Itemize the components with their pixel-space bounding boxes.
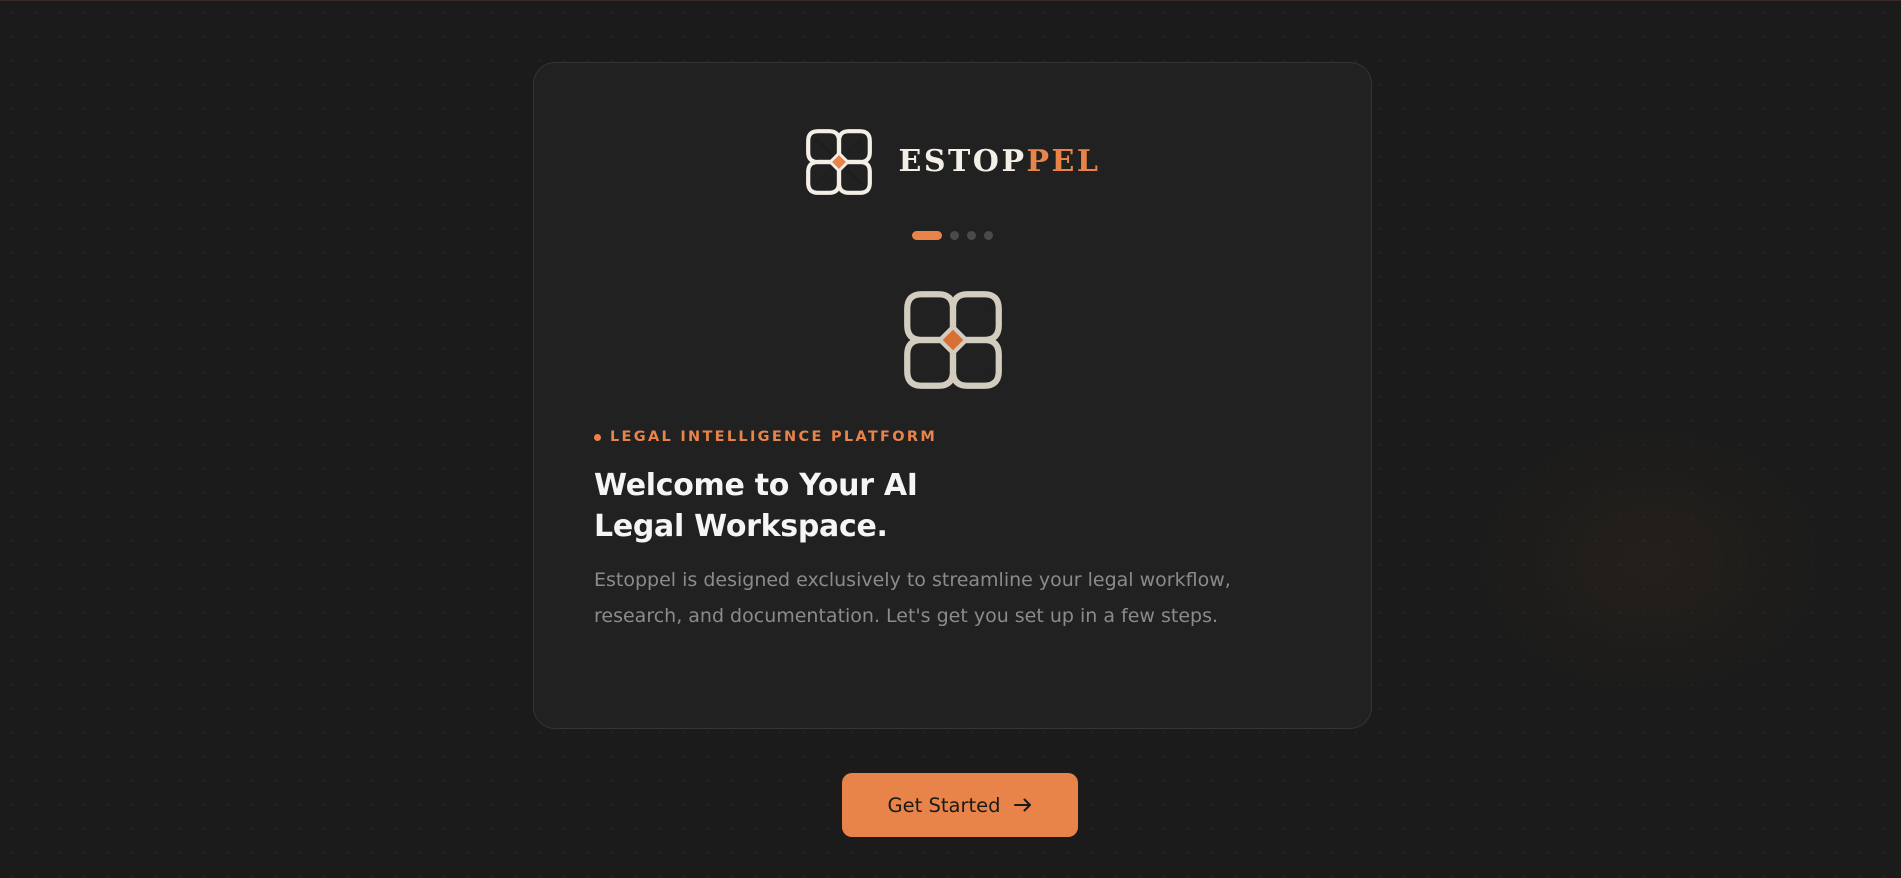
heading-line-2: Legal Workspace. <box>594 509 888 544</box>
get-started-button[interactable]: Get Started <box>842 773 1078 837</box>
step-dot-3[interactable] <box>967 231 976 240</box>
step-dot-1[interactable] <box>912 231 942 240</box>
eyebrow-bullet-icon <box>594 433 601 441</box>
get-started-label: Get Started <box>887 793 1001 817</box>
description-line-2: research, and documentation. Let's get y… <box>594 604 1219 627</box>
step-dot-2[interactable] <box>950 231 959 240</box>
welcome-heading: Welcome to Your AI Legal Workspace. <box>594 465 1194 547</box>
brand-wordmark: ESTOPPEL <box>898 147 1100 177</box>
arrow-right-icon <box>1014 798 1032 812</box>
brand-name-part1: ESTOP <box>898 144 1027 179</box>
estoppel-logo-icon <box>806 129 873 195</box>
heading-line-1: Welcome to Your AI <box>594 468 918 503</box>
brand-header: ESTOPPEL <box>534 127 1371 197</box>
step-dot-4[interactable] <box>984 231 993 240</box>
onboarding-card: ESTOPPEL LEGAL INTELLIGENCE PLATFORM Wel… <box>533 62 1372 729</box>
brand-name-part2: PEL <box>1026 144 1101 179</box>
eyebrow-label: LEGAL INTELLIGENCE PLATFORM <box>610 429 938 445</box>
description-line-1: Estoppel is designed exclusively to stre… <box>594 569 1231 591</box>
platform-eyebrow: LEGAL INTELLIGENCE PLATFORM <box>594 429 937 445</box>
estoppel-hero-logo-icon <box>904 291 1002 389</box>
welcome-description: Estoppel is designed exclusively to stre… <box>594 563 1294 634</box>
step-indicator <box>534 231 1371 240</box>
